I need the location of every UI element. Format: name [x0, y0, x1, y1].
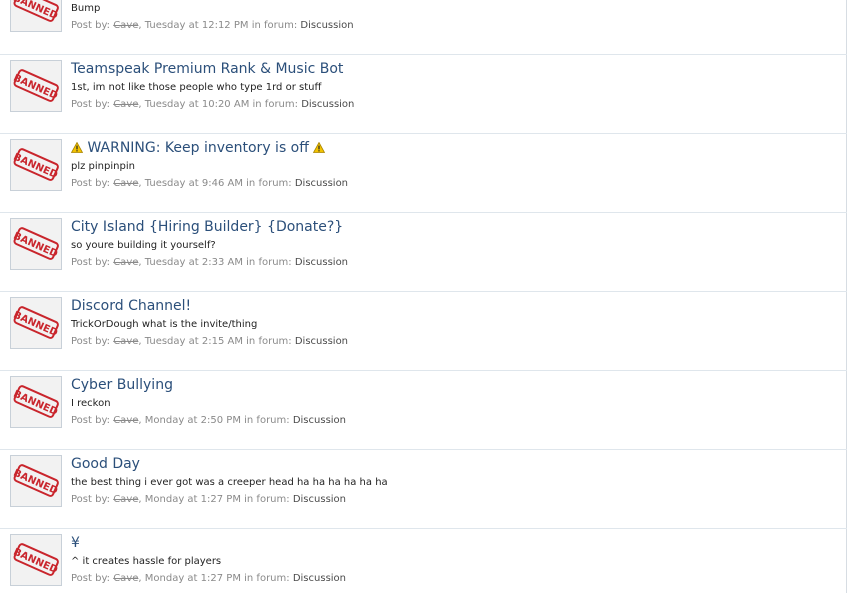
- thread-title-link[interactable]: City Island {Hiring Builder} {Donate?}: [71, 218, 343, 236]
- in-forum-label: in forum:: [246, 336, 292, 347]
- post-time: Tuesday at 9:46 AM: [144, 178, 243, 189]
- post-list-item: BANNED WARNING: Keep inventory is off pl…: [0, 133, 847, 212]
- post-meta: Post by: Cave, Tuesday at 2:15 AM in for…: [71, 335, 348, 349]
- post-time: Tuesday at 2:15 AM: [144, 336, 243, 347]
- post-time: Monday at 2:50 PM: [144, 415, 241, 426]
- banned-stamp-icon: BANNED: [11, 140, 61, 190]
- meta-comma: ,: [138, 494, 142, 505]
- post-meta: Post by: Cave, Tuesday at 9:46 AM in for…: [71, 177, 348, 191]
- post-by-label: Post by:: [71, 20, 111, 31]
- post-excerpt: Bump: [71, 3, 101, 14]
- post-time: Tuesday at 10:20 AM: [144, 99, 250, 110]
- user-avatar[interactable]: BANNED: [10, 139, 62, 191]
- post-author-link[interactable]: Cave: [113, 257, 138, 268]
- in-forum-label: in forum:: [244, 494, 290, 505]
- user-avatar[interactable]: BANNED: [10, 455, 62, 507]
- user-avatar[interactable]: BANNED: [10, 297, 62, 349]
- post-author-link[interactable]: Cave: [113, 99, 138, 110]
- user-avatar[interactable]: BANNED: [10, 534, 62, 586]
- post-list-item: BANNED Cyber Bullying I reckon Post by: …: [0, 370, 847, 449]
- warning-icon: [70, 140, 84, 158]
- in-forum-label: in forum:: [246, 178, 292, 189]
- in-forum-label: in forum:: [252, 99, 299, 110]
- banned-stamp-icon: BANNED: [11, 298, 61, 348]
- banned-stamp-icon: BANNED: [11, 219, 61, 269]
- post-list-item: BANNED Bump Post by: Cave, Tuesday at 12…: [0, 0, 847, 55]
- user-avatar[interactable]: BANNED: [10, 0, 62, 32]
- in-forum-label: in forum:: [244, 415, 290, 426]
- post-author-link[interactable]: Cave: [113, 494, 138, 505]
- banned-stamp-icon: BANNED: [11, 377, 61, 427]
- post-meta: Post by: Cave, Tuesday at 2:33 AM in for…: [71, 256, 348, 270]
- thread-title-link[interactable]: Discord Channel!: [71, 297, 191, 315]
- thread-title-link[interactable]: Teamspeak Premium Rank & Music Bot: [71, 60, 343, 78]
- post-list-item: BANNED ¥ ^ it creates hassle for players…: [0, 528, 847, 593]
- meta-comma: ,: [138, 415, 142, 426]
- post-excerpt: plz pinpinpin: [71, 161, 135, 172]
- post-author-link[interactable]: Cave: [113, 20, 138, 31]
- banned-stamp-icon: BANNED: [11, 535, 61, 585]
- post-meta: Post by: Cave, Tuesday at 10:20 AM in fo…: [71, 98, 354, 112]
- meta-comma: ,: [138, 257, 142, 268]
- post-by-label: Post by:: [71, 415, 111, 426]
- search-results-page: BANNED Bump Post by: Cave, Tuesday at 12…: [0, 0, 847, 593]
- banned-stamp-icon: BANNED: [11, 61, 61, 111]
- forum-link[interactable]: Discussion: [295, 257, 348, 268]
- thread-title-link[interactable]: Cyber Bullying: [71, 376, 173, 394]
- post-by-label: Post by:: [71, 257, 111, 268]
- post-excerpt: ^ it creates hassle for players: [71, 556, 222, 567]
- post-excerpt: 1st, im not like those people who type 1…: [71, 82, 322, 93]
- post-meta: Post by: Cave, Monday at 1:27 PM in foru…: [71, 572, 346, 586]
- post-time: Tuesday at 12:12 PM: [144, 20, 249, 31]
- forum-link[interactable]: Discussion: [293, 573, 346, 584]
- forum-link[interactable]: Discussion: [295, 336, 348, 347]
- post-by-label: Post by:: [71, 573, 111, 584]
- banned-stamp-icon: BANNED: [11, 0, 61, 31]
- post-time: Monday at 1:27 PM: [144, 494, 241, 505]
- forum-link[interactable]: Discussion: [295, 178, 348, 189]
- post-excerpt: so youre building it yourself?: [71, 240, 216, 251]
- post-excerpt: TrickOrDough what is the invite/thing: [71, 319, 258, 330]
- post-list-item: BANNED City Island {Hiring Builder} {Don…: [0, 212, 847, 291]
- forum-link[interactable]: Discussion: [293, 494, 346, 505]
- post-meta: Post by: Cave, Tuesday at 12:12 PM in fo…: [71, 19, 354, 33]
- meta-comma: ,: [138, 336, 142, 347]
- post-time: Tuesday at 2:33 AM: [144, 257, 243, 268]
- post-time: Monday at 1:27 PM: [144, 573, 241, 584]
- meta-comma: ,: [138, 20, 142, 31]
- in-forum-label: in forum:: [251, 20, 298, 31]
- user-avatar[interactable]: BANNED: [10, 376, 62, 428]
- post-list-item: BANNED Teamspeak Premium Rank & Music Bo…: [0, 54, 847, 133]
- post-list-item: BANNED Good Day the best thing i ever go…: [0, 449, 847, 528]
- user-avatar[interactable]: BANNED: [10, 60, 62, 112]
- meta-comma: ,: [138, 573, 142, 584]
- banned-stamp-icon: BANNED: [11, 456, 61, 506]
- thread-title-link[interactable]: Good Day: [71, 455, 140, 473]
- post-meta: Post by: Cave, Monday at 1:27 PM in foru…: [71, 493, 346, 507]
- post-excerpt: the best thing i ever got was a creeper …: [71, 477, 388, 488]
- thread-title-text: WARNING: Keep inventory is off: [87, 140, 309, 156]
- post-author-link[interactable]: Cave: [113, 178, 138, 189]
- post-by-label: Post by:: [71, 178, 111, 189]
- forum-link[interactable]: Discussion: [293, 415, 346, 426]
- thread-title-link[interactable]: ¥: [71, 534, 80, 552]
- post-list-item: BANNED Discord Channel! TrickOrDough wha…: [0, 291, 847, 370]
- user-avatar[interactable]: BANNED: [10, 218, 62, 270]
- in-forum-label: in forum:: [246, 257, 292, 268]
- post-excerpt: I reckon: [71, 398, 111, 409]
- post-author-link[interactable]: Cave: [113, 336, 138, 347]
- warning-icon: [313, 140, 326, 158]
- post-author-link[interactable]: Cave: [113, 573, 138, 584]
- post-meta: Post by: Cave, Monday at 2:50 PM in foru…: [71, 414, 346, 428]
- meta-comma: ,: [138, 178, 142, 189]
- post-by-label: Post by:: [71, 494, 111, 505]
- forum-link[interactable]: Discussion: [300, 20, 353, 31]
- forum-link[interactable]: Discussion: [301, 99, 354, 110]
- in-forum-label: in forum:: [244, 573, 290, 584]
- post-author-link[interactable]: Cave: [113, 415, 138, 426]
- meta-comma: ,: [138, 99, 142, 110]
- post-by-label: Post by:: [71, 336, 111, 347]
- post-by-label: Post by:: [71, 99, 111, 110]
- thread-title-link[interactable]: WARNING: Keep inventory is off: [70, 139, 326, 158]
